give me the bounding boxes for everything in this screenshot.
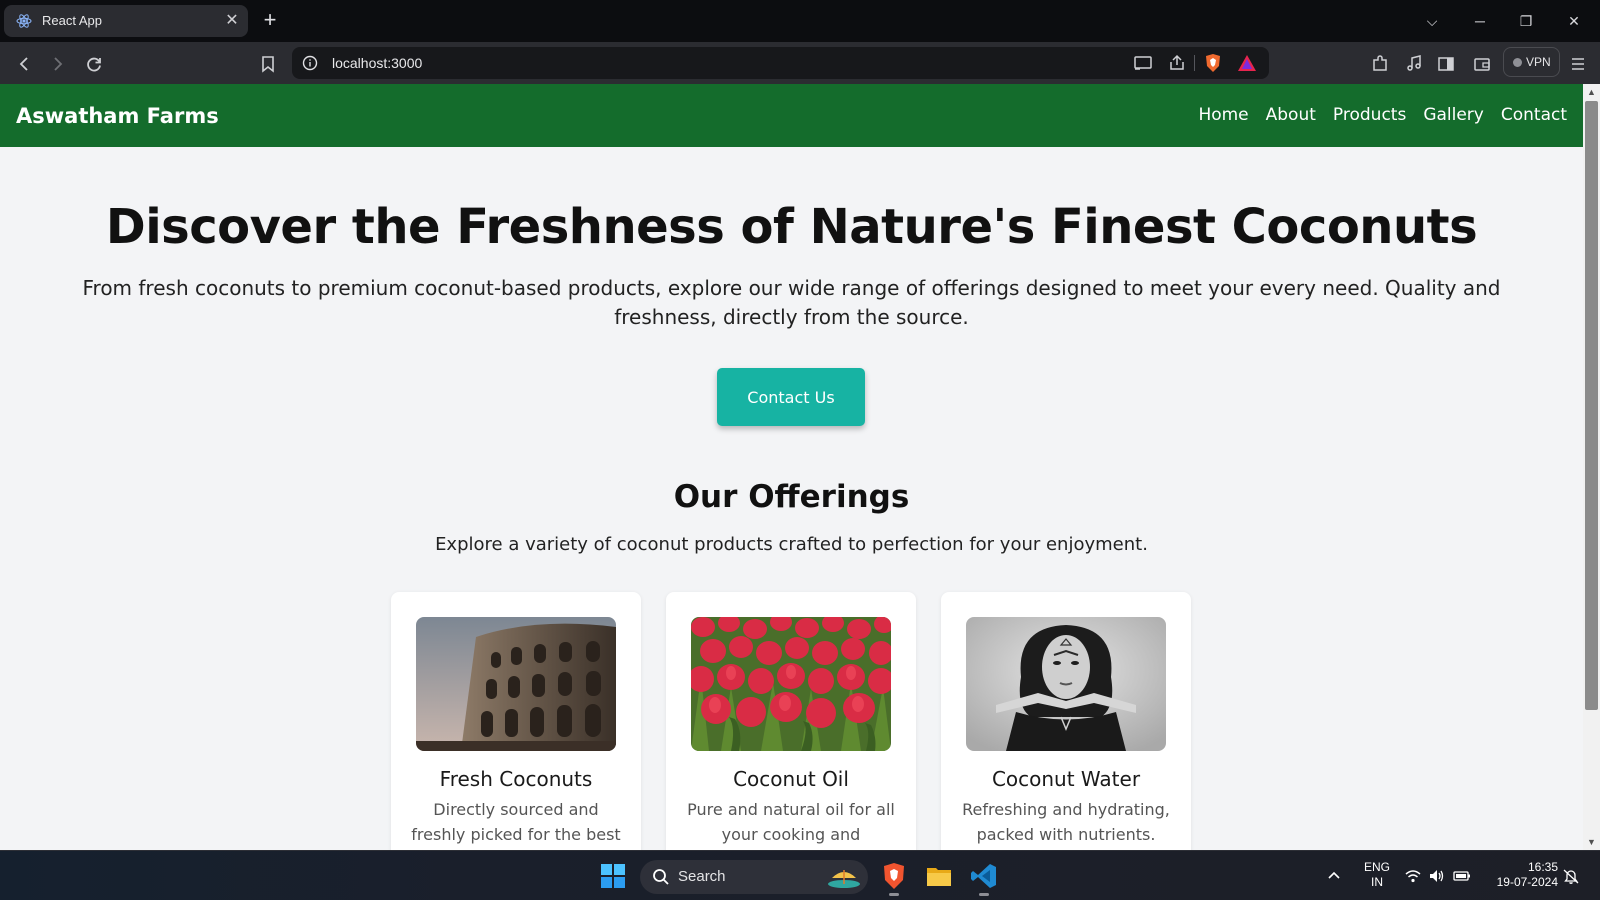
- clock-time: 16:35: [1527, 860, 1558, 874]
- vpn-button[interactable]: VPN: [1503, 47, 1560, 77]
- wifi-icon[interactable]: [1404, 867, 1422, 885]
- offerings-subtitle: Explore a variety of coconut products cr…: [435, 534, 1148, 555]
- site-info-icon[interactable]: [302, 55, 318, 71]
- restore-button[interactable]: ❐: [1512, 8, 1540, 34]
- card-description: Pure and natural oil for all your cookin…: [687, 800, 895, 844]
- page-scrollbar[interactable]: ▲ ▼: [1583, 84, 1600, 850]
- back-arrow-icon[interactable]: [10, 50, 38, 78]
- card-title: Coconut Water: [991, 767, 1141, 791]
- clock-date: 19-07-2024: [1496, 875, 1558, 889]
- search-icon: [653, 869, 669, 885]
- hero-title: Discover the Freshness of Nature's Fines…: [105, 199, 1478, 255]
- region-code: IN: [1371, 875, 1383, 889]
- page-viewport: Aswatham Farms Home About Products Galle…: [0, 84, 1583, 850]
- active-app-indicator: [889, 893, 899, 896]
- site-nav-links: Home About Products Gallery Contact: [1181, 105, 1567, 125]
- volume-icon[interactable]: [1428, 867, 1446, 885]
- url-text: localhost:3000: [332, 55, 423, 71]
- windows-start-icon[interactable]: [601, 864, 625, 888]
- nav-link-home[interactable]: Home: [1198, 105, 1248, 125]
- reload-icon[interactable]: [80, 50, 108, 78]
- react-favicon-icon: [16, 14, 32, 28]
- nav-link-about[interactable]: About: [1266, 105, 1316, 125]
- colosseum-image: [416, 617, 616, 751]
- offering-card[interactable]: Coconut Water Refreshing and hydrating, …: [941, 592, 1191, 850]
- card-title: Fresh Coconuts: [439, 767, 593, 791]
- extensions-icon[interactable]: [1366, 50, 1394, 78]
- site-brand[interactable]: Aswatham Farms: [16, 104, 219, 128]
- hero-subtitle: From fresh coconuts to premium coconut-b…: [82, 276, 1501, 329]
- menu-hamburger-icon[interactable]: [1564, 50, 1592, 78]
- vpn-label: VPN: [1526, 55, 1551, 69]
- notifications-bell-icon[interactable]: [1562, 867, 1580, 885]
- contact-us-button[interactable]: Contact Us: [717, 368, 865, 426]
- vscode-icon[interactable]: [968, 860, 1000, 896]
- card-title: Coconut Oil: [733, 767, 849, 791]
- browser-toolbar: localhost:3000 VPN: [0, 42, 1600, 84]
- search-highlight-icon: [828, 870, 860, 888]
- active-app-indicator: [979, 893, 989, 896]
- tab-title: React App: [42, 13, 102, 28]
- battery-icon[interactable]: [1453, 867, 1471, 885]
- tab-close-icon[interactable]: ✕: [222, 11, 242, 31]
- brave-rewards-icon[interactable]: [1236, 53, 1258, 73]
- portrait-image: [966, 617, 1166, 751]
- show-hidden-icons-chevron-icon[interactable]: [1325, 867, 1343, 885]
- search-label: Search: [678, 868, 726, 885]
- taskbar-search-box[interactable]: Search: [640, 860, 868, 894]
- close-window-button[interactable]: ✕: [1560, 8, 1588, 34]
- tulips-image: [691, 617, 891, 751]
- brave-taskbar-icon[interactable]: [878, 860, 910, 896]
- new-tab-button[interactable]: +: [258, 9, 282, 33]
- wallet-icon[interactable]: [1468, 50, 1496, 78]
- scroll-thumb[interactable]: [1585, 101, 1598, 710]
- minimize-button[interactable]: ─: [1466, 8, 1494, 34]
- share-icon[interactable]: [1166, 53, 1188, 73]
- card-description: Refreshing and hydrating, packed with nu…: [962, 800, 1170, 844]
- cast-icon[interactable]: [1132, 53, 1154, 73]
- browser-tab-active[interactable]: React App ✕: [4, 5, 248, 37]
- sidebar-toggle-icon[interactable]: [1432, 50, 1460, 78]
- brave-shields-icon[interactable]: [1202, 53, 1224, 73]
- forward-arrow-icon[interactable]: [44, 50, 72, 78]
- offering-card[interactable]: Coconut Oil Pure and natural oil for all…: [666, 592, 916, 850]
- clock[interactable]: 16:35 19-07-2024: [1486, 860, 1558, 890]
- windows-taskbar: Search ENG IN 16:35 19-07-2024: [0, 850, 1600, 900]
- offerings-title: Our Offerings: [673, 479, 910, 515]
- offering-card[interactable]: Fresh Coconuts Directly sourced and fres…: [391, 592, 641, 850]
- browser-tab-bar: React App ✕ + ⌵ ─ ❐ ✕: [0, 0, 1600, 42]
- language-code: ENG: [1363, 860, 1390, 874]
- nav-link-contact[interactable]: Contact: [1501, 105, 1567, 125]
- address-bar[interactable]: localhost:3000: [292, 47, 1269, 79]
- card-description: Directly sourced and freshly picked for …: [411, 800, 621, 844]
- scroll-down-arrow-icon[interactable]: ▼: [1583, 834, 1600, 850]
- separator: [1194, 55, 1195, 71]
- file-explorer-icon[interactable]: [923, 860, 955, 892]
- media-icon[interactable]: [1400, 50, 1428, 78]
- nav-link-products[interactable]: Products: [1333, 105, 1406, 125]
- bookmark-icon[interactable]: [254, 50, 282, 78]
- vpn-status-dot: [1513, 58, 1522, 67]
- tab-list-chevron-icon[interactable]: ⌵: [1418, 8, 1446, 34]
- scroll-up-arrow-icon[interactable]: ▲: [1583, 84, 1600, 100]
- nav-link-gallery[interactable]: Gallery: [1423, 105, 1484, 125]
- language-indicator[interactable]: ENG IN: [1362, 860, 1392, 890]
- site-header: Aswatham Farms Home About Products Galle…: [0, 84, 1583, 147]
